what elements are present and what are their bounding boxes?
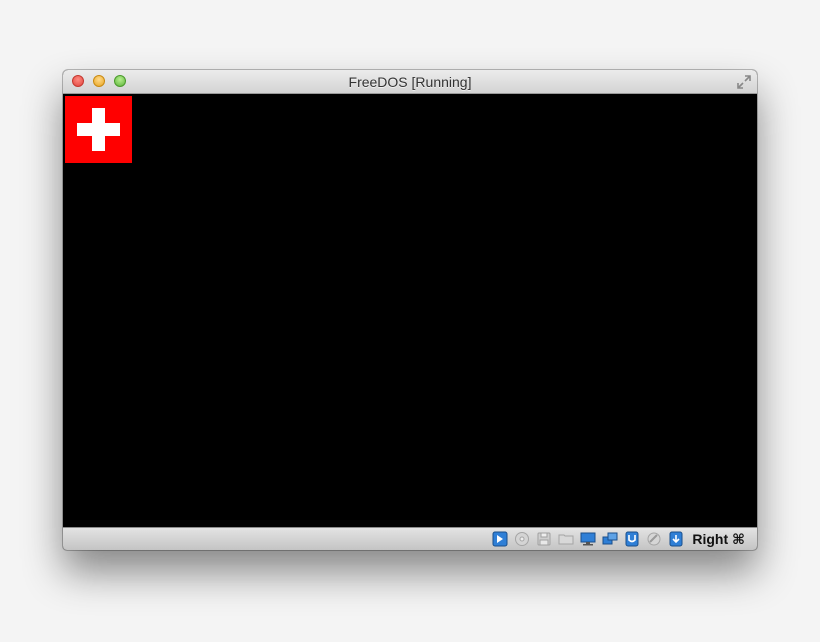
hard-disk-icon[interactable] <box>492 531 508 547</box>
fullscreen-icon[interactable] <box>736 74 752 90</box>
vm-screen[interactable] <box>63 94 757 528</box>
usb-icon[interactable] <box>624 531 640 547</box>
status-bar: Right ⌘ <box>63 527 757 550</box>
swiss-flag-logo <box>65 96 132 163</box>
capture-icon[interactable] <box>646 531 662 547</box>
status-indicators: Right ⌘ <box>492 530 745 548</box>
display-icon[interactable] <box>580 531 596 547</box>
vm-window: FreeDOS [Running] Right ⌘ <box>63 70 757 550</box>
floppy-icon[interactable] <box>536 531 552 547</box>
network-icon[interactable] <box>602 531 618 547</box>
window-title: FreeDOS [Running] <box>348 74 472 90</box>
mouse-icon[interactable] <box>668 531 684 547</box>
folder-icon[interactable] <box>558 531 574 547</box>
host-key-label: Right ⌘ <box>692 530 745 547</box>
title-bar[interactable]: FreeDOS [Running] <box>63 70 757 94</box>
cd-icon[interactable] <box>514 531 530 547</box>
